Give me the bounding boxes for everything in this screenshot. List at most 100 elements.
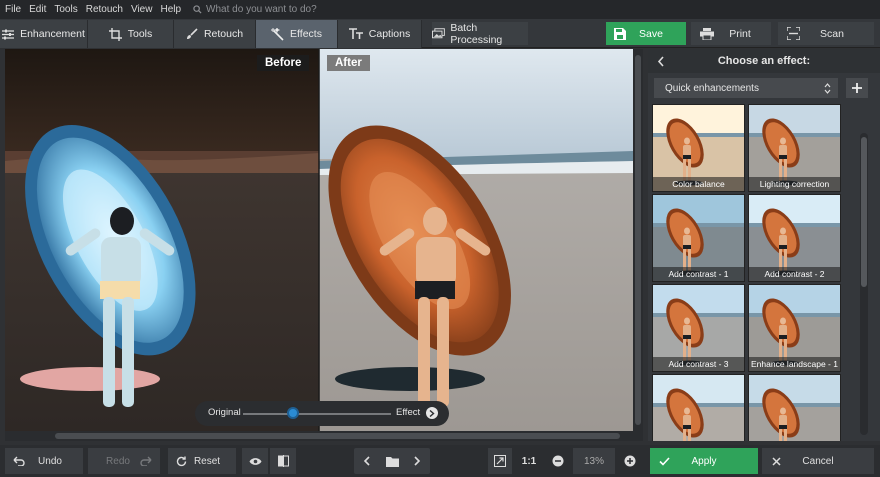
save-button[interactable]: Save [606, 22, 686, 45]
menu-tools[interactable]: Tools [54, 4, 77, 15]
menu-bar: File Edit Tools Retouch View Help What d… [0, 0, 880, 19]
save-label: Save [639, 27, 663, 40]
zoom-out-button[interactable] [546, 448, 570, 474]
reset-label: Reset [193, 455, 221, 467]
tab-captions-label: Captions [368, 28, 411, 40]
actual-size-button[interactable]: 1:1 [515, 448, 543, 474]
tab-effects[interactable]: Effects [256, 20, 338, 48]
search-box[interactable]: What do you want to do? [193, 4, 317, 15]
thumbnail-image [749, 375, 840, 441]
menu-retouch[interactable]: Retouch [86, 4, 123, 15]
original-effect-slider[interactable]: Original Effect [195, 401, 449, 426]
effect-thumbnail-label: Add contrast - 3 [653, 357, 744, 371]
redo-button[interactable]: Redo [88, 448, 160, 474]
vertical-scroll-thumb[interactable] [635, 55, 641, 425]
effects-panel: Choose an effect: Quick enhancements Col… [648, 49, 880, 441]
slider-track[interactable] [243, 413, 391, 415]
effect-thumbnail[interactable]: Add contrast - 1 [652, 194, 745, 282]
print-label: Print [729, 27, 751, 40]
effect-thumbnail[interactable]: Add contrast - 2 [748, 194, 841, 282]
canvas-vertical-scrollbar[interactable] [633, 49, 643, 431]
previous-photo-icon[interactable] [363, 456, 371, 466]
print-button[interactable]: Print [691, 22, 771, 45]
effect-thumbnail[interactable] [748, 374, 841, 441]
effect-thumbnail[interactable]: Enhance landscape - 1 [748, 284, 841, 372]
reset-icon [176, 456, 187, 466]
images-icon [432, 28, 445, 39]
menu-file[interactable]: File [5, 4, 21, 15]
effect-thumbnail-label: Lighting correction [749, 177, 840, 191]
apply-button[interactable]: Apply [650, 448, 758, 474]
search-input[interactable]: What do you want to do? [206, 4, 317, 15]
slider-original-label: Original [208, 407, 241, 418]
panel-title: Choose an effect: [717, 55, 811, 67]
panel-scroll-thumb[interactable] [861, 137, 867, 287]
zoom-level-field[interactable]: 13% [573, 448, 615, 474]
back-arrow-icon[interactable] [657, 55, 665, 67]
panel-header: Choose an effect: [648, 49, 880, 73]
compare-view-button[interactable] [270, 448, 296, 474]
effect-thumbnail[interactable]: Lighting correction [748, 104, 841, 192]
panel-scrollbar[interactable] [860, 133, 868, 435]
cancel-label: Cancel [802, 455, 834, 467]
bottom-toolbar: Undo Redo Reset 1:1 13% Apply Cancel [0, 445, 880, 477]
effect-thumbnail-label: Add contrast - 1 [653, 267, 744, 281]
crop-icon [108, 27, 122, 41]
close-icon [772, 456, 781, 466]
redo-icon [140, 456, 152, 466]
folder-icon[interactable] [385, 456, 399, 467]
reset-button[interactable]: Reset [168, 448, 236, 474]
printer-icon [700, 27, 714, 40]
effect-thumbnail[interactable]: Add contrast - 3 [652, 284, 745, 372]
effect-thumbnail-label: Color balance [653, 177, 744, 191]
redo-label: Redo [106, 455, 130, 467]
tab-enhancement[interactable]: Enhancement [0, 20, 88, 48]
effect-thumbnails-grid: Color balance Lighting correction Add cont… [652, 104, 852, 441]
tab-tools[interactable]: Tools [88, 20, 174, 48]
scan-button[interactable]: Scan [778, 22, 874, 45]
fit-to-screen-button[interactable] [488, 448, 512, 474]
tab-effects-label: Effects [290, 28, 322, 40]
text-icon [348, 28, 363, 39]
preview-toggle-button[interactable] [242, 448, 268, 474]
plus-circle-icon [624, 455, 636, 467]
effect-thumbnail[interactable]: Color balance [652, 104, 745, 192]
cancel-button[interactable]: Cancel [762, 448, 874, 474]
fit-screen-icon [494, 455, 506, 467]
dropdown-value: Quick enhancements [665, 82, 759, 94]
before-label: Before [257, 55, 310, 71]
tab-captions[interactable]: Captions [338, 20, 422, 48]
dropdown-arrows-icon [824, 82, 831, 94]
undo-button[interactable]: Undo [5, 448, 83, 474]
scan-icon [787, 27, 800, 40]
menu-edit[interactable]: Edit [29, 4, 46, 15]
apply-label: Apply [691, 455, 717, 467]
effect-category-dropdown[interactable]: Quick enhancements [654, 78, 838, 98]
add-effect-button[interactable] [846, 78, 868, 98]
effect-thumbnail[interactable] [652, 374, 745, 441]
scan-label: Scan [820, 27, 844, 40]
navigation-group [354, 448, 430, 474]
zoom-in-button[interactable] [618, 448, 642, 474]
minus-circle-icon [552, 455, 564, 467]
effect-thumbnail-label: Enhance landscape - 1 [749, 357, 840, 371]
canvas-horizontal-scrollbar[interactable] [5, 431, 643, 441]
main-toolbar: Enhancement Tools Retouch Effects Captio… [0, 19, 880, 48]
tab-retouch[interactable]: Retouch [174, 20, 256, 48]
menu-help[interactable]: Help [160, 4, 181, 15]
batch-processing-button[interactable]: Batch Processing [432, 22, 528, 46]
after-label: After [327, 55, 370, 71]
slider-handle[interactable] [287, 407, 300, 419]
menu-view[interactable]: View [131, 4, 153, 15]
split-view-icon [277, 455, 289, 467]
search-icon [193, 5, 202, 14]
next-effect-button[interactable] [426, 407, 438, 419]
plus-icon [852, 83, 862, 93]
photo-canvas[interactable]: Before After Original Effect [5, 49, 633, 431]
brush-icon [186, 28, 198, 39]
save-icon [614, 27, 626, 40]
horizontal-scroll-thumb[interactable] [55, 433, 620, 439]
sliders-icon [2, 29, 15, 39]
tab-tools-label: Tools [127, 28, 153, 40]
next-photo-icon[interactable] [413, 456, 421, 466]
